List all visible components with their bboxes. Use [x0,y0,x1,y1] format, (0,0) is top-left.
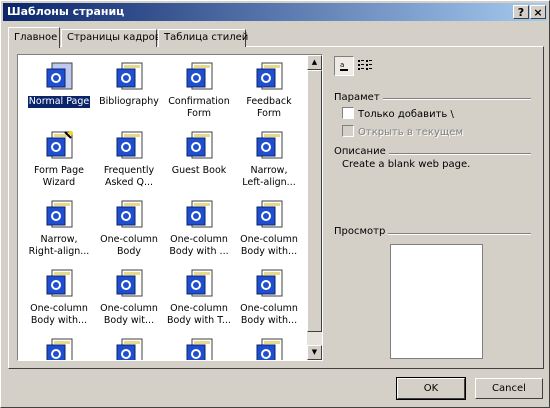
preview-group-label: Просмотр [334,226,389,237]
template-page-icon [234,337,304,360]
scroll-thumb[interactable] [307,70,322,332]
template-item[interactable]: Narrow, Right-align... [24,199,94,258]
template-item[interactable]: Narrow, Left-align... [234,130,304,189]
only-add-checkbox[interactable] [342,107,354,119]
open-in-current-checkbox-row: Открыть в текущем [342,125,463,138]
only-add-label: Только добавить \ [358,109,454,120]
vertical-scrollbar[interactable]: ▲ ▼ [307,55,322,360]
page-templates-dialog: Шаблоны страниц ? × Главное Страницы кад… [0,0,550,408]
template-item-label: Bibliography [99,96,159,107]
template-page-icon [94,199,164,231]
template-item-label: One-column Body with... [240,234,298,257]
template-item[interactable]: Frequently Asked Q... [94,130,164,189]
template-item-label: One-column Body with ... [169,234,229,257]
template-item[interactable]: Feedback Form [234,61,304,120]
scroll-down-icon[interactable]: ▼ [307,345,322,360]
template-item-label: Narrow, Right-align... [28,234,90,257]
template-item[interactable]: One-column Body with... [234,199,304,258]
template-page-icon [94,130,164,162]
template-page-icon [234,130,304,162]
template-page-icon [24,268,94,300]
template-page-icon [164,130,234,162]
preview-pane [390,244,483,359]
help-button[interactable]: ? [513,5,529,19]
template-item[interactable] [234,337,304,360]
template-item[interactable]: One-column Body with... [234,268,304,327]
template-item-label: Confirmation Form [168,96,230,119]
scroll-up-icon[interactable]: ▲ [307,55,322,70]
template-page-icon [234,199,304,231]
tab-frames-pages[interactable]: Страницы кадров [61,29,161,47]
template-page-icon [234,61,304,93]
svg-text:a: a [340,61,344,69]
template-page-icon [24,199,94,231]
open-in-current-checkbox [342,125,354,137]
list-view-icon [358,60,372,70]
template-page-icon [234,268,304,300]
template-item-label: Narrow, Left-align... [242,165,296,188]
template-item[interactable] [94,337,164,360]
template-page-icon [164,268,234,300]
template-item-label: Feedback Form [246,96,292,119]
template-item[interactable]: Form Page Wizard [24,130,94,189]
template-item-label: One-column Body with T... [167,303,231,326]
template-page-icon [164,337,234,360]
template-item[interactable] [24,337,94,360]
tab-general[interactable]: Главное [8,27,60,48]
template-item[interactable]: One-column Body with... [24,268,94,327]
open-in-current-label: Открыть в текущем [358,127,463,138]
window-title: Шаблоны страниц [7,5,125,18]
ok-button[interactable]: OK [396,377,466,400]
normal-page-icon [24,61,94,93]
tab-style-sheets[interactable]: Таблица стилей [158,29,248,47]
template-page-icon [94,268,164,300]
template-item[interactable] [164,337,234,360]
only-add-checkbox-row[interactable]: Только добавить \ [342,107,454,120]
description-group-label: Описание [334,146,389,157]
description-text: Create a blank web page. [342,159,471,170]
template-item[interactable]: Normal Page [24,61,94,109]
templates-list[interactable]: Normal Page Bibliography Confirmation Form… [17,54,323,361]
title-bar: Шаблоны страниц ? × [3,3,547,21]
template-item-label: Frequently Asked Q... [103,165,155,188]
template-item-label: Guest Book [171,165,227,176]
options-group-label: Парамет [334,92,383,103]
large-icons-view-icon: a [340,61,348,71]
template-item-label: Normal Page [26,95,92,109]
cancel-button[interactable]: Cancel [475,378,543,399]
template-item[interactable]: One-column Body [94,199,164,258]
template-item-label: One-column Body with... [30,303,88,326]
template-item[interactable]: One-column Body with T... [164,268,234,327]
template-page-icon [164,61,234,93]
template-item-label: Form Page Wizard [34,165,84,188]
template-item[interactable]: Confirmation Form [164,61,234,120]
template-page-icon [164,199,234,231]
template-page-icon [94,61,164,93]
template-item-label: One-column Body with... [240,303,298,326]
large-icons-view-button[interactable]: a [334,56,354,76]
template-item-label: One-column Body wit... [100,303,158,326]
template-item[interactable]: Guest Book [164,130,234,177]
wizard-page-icon [24,130,94,162]
close-button[interactable]: × [530,5,546,19]
template-item[interactable]: One-column Body wit... [94,268,164,327]
template-item-label: One-column Body [100,234,158,257]
template-item[interactable]: Bibliography [94,61,164,108]
list-view-button[interactable] [355,56,375,76]
template-item[interactable]: One-column Body with ... [164,199,234,258]
template-page-icon [94,337,164,360]
template-page-icon [24,337,94,360]
